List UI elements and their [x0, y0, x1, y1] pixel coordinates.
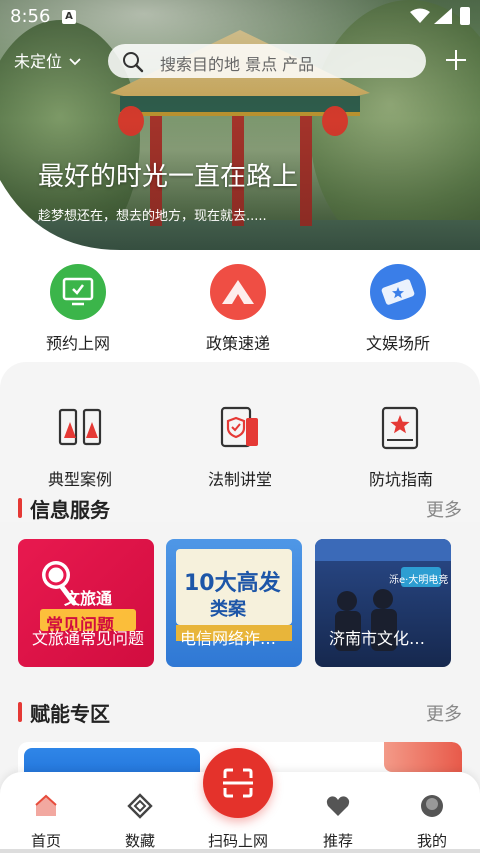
quick-action-entertainment[interactable]: 文娱场所 — [338, 264, 458, 354]
scan-icon — [223, 768, 253, 798]
tab-label: 我的 — [416, 832, 447, 850]
tab-recommend[interactable]: 推荐 — [298, 792, 378, 851]
card-caption: 电信网络诈骗十大高发类案 — [180, 629, 292, 648]
info-card-faq[interactable]: 文旅通 常见问题 文旅通常见问题 — [18, 539, 154, 667]
section-accent-bar — [18, 498, 22, 518]
tab-collection[interactable]: 数藏 — [100, 792, 180, 851]
info-card-jinan-culture[interactable]: 泺e·大明电竞 济南市文化和旅游 — [315, 539, 451, 667]
ticket-icon — [370, 264, 426, 320]
tool-label: 典型案例 — [47, 470, 112, 489]
scan-internet-button[interactable] — [203, 748, 273, 818]
search-icon — [123, 52, 144, 73]
shield-book-icon — [220, 406, 258, 448]
mountain-icon — [210, 264, 266, 320]
quick-action-policy[interactable]: 政策速递 — [178, 264, 298, 354]
gesture-bar — [0, 849, 480, 853]
quick-action-reserve-internet[interactable]: 预约上网 — [18, 264, 138, 354]
monitor-icon — [50, 264, 106, 320]
hero-title: 最好的时光一直在路上 — [38, 162, 299, 192]
tool-typical-cases[interactable]: 典型案例 — [20, 404, 140, 490]
tool-anti-scam-guide[interactable]: 防坑指南 — [341, 404, 461, 490]
add-icon[interactable] — [444, 48, 468, 72]
section-accent-bar — [18, 702, 22, 722]
tab-label: 推荐 — [322, 832, 353, 850]
hero-subtitle: 趁梦想还在，想去的地方，现在就去..... — [38, 209, 267, 224]
faq-card-art-title: 文旅通 — [64, 589, 113, 608]
battery-icon — [460, 7, 470, 25]
status-time: 8:56 — [10, 6, 51, 27]
tab-label: 数藏 — [124, 832, 155, 850]
tab-home[interactable]: 首页 — [6, 792, 86, 851]
tab-profile[interactable]: 我的 — [392, 792, 472, 851]
cases-icon — [58, 408, 102, 446]
wifi-icon — [410, 8, 430, 23]
location-label: 未定位 — [14, 52, 63, 71]
tool-law-lecture[interactable]: 法制讲堂 — [180, 404, 300, 490]
info-more-link[interactable]: 更多 — [426, 496, 462, 522]
star-book-icon — [381, 406, 419, 450]
profile-icon — [421, 795, 443, 817]
empower-section-header: 赋能专区 更多 — [18, 698, 462, 726]
search-bar[interactable]: 搜索目的地 景点 产品 — [108, 44, 426, 78]
fraud-card-art-subtitle: 类案 — [210, 599, 246, 620]
signal-icon — [434, 8, 452, 24]
empower-card-red[interactable] — [384, 742, 462, 772]
empower-more-link[interactable]: 更多 — [426, 700, 462, 726]
collection-icon — [127, 793, 153, 819]
tool-label: 防坑指南 — [368, 470, 433, 489]
search-placeholder: 搜索目的地 景点 产品 — [160, 55, 315, 74]
quick-action-label: 政策速递 — [205, 334, 270, 353]
esports-card-sign: 泺e·大明电竞 — [389, 575, 449, 586]
card-caption: 文旅通常见问题 — [32, 629, 144, 648]
section-title: 信息服务 — [30, 498, 110, 522]
section-title: 赋能专区 — [30, 702, 110, 726]
quick-action-label: 预约上网 — [45, 334, 110, 353]
card-caption: 济南市文化和旅游 — [329, 629, 441, 648]
tab-label: 首页 — [30, 832, 61, 850]
fraud-card-art-title: 10大高发 — [184, 571, 281, 596]
status-bar: 8:56 A — [0, 0, 480, 34]
info-card-telecom-fraud[interactable]: 10大高发 类案 电信网络诈骗十大高发类案 — [166, 539, 302, 667]
info-section-header: 信息服务 更多 — [18, 494, 462, 522]
chevron-down-icon — [69, 58, 81, 66]
heart-icon — [326, 796, 350, 816]
tool-label: 法制讲堂 — [207, 470, 272, 489]
quick-action-label: 文娱场所 — [365, 334, 430, 353]
scan-internet-label: 扫码上网 — [207, 832, 268, 850]
notification-a-icon: A — [62, 10, 76, 24]
home-icon — [35, 794, 57, 816]
location-selector[interactable]: 未定位 — [14, 48, 81, 72]
